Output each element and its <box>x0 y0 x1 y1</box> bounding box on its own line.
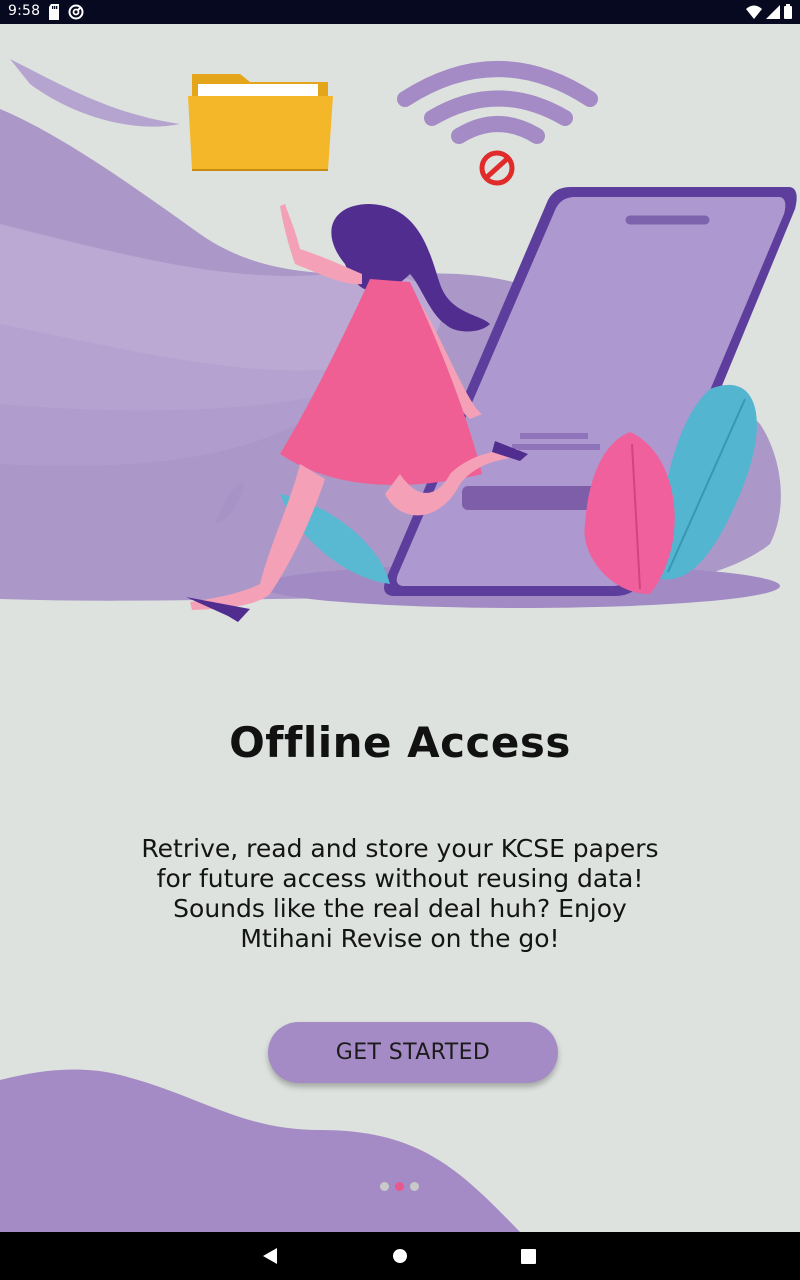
page-dot[interactable] <box>380 1182 389 1191</box>
back-icon <box>263 1248 277 1264</box>
wifi-off-icon <box>397 61 598 186</box>
page-description: Retrive, read and store your KCSE papers… <box>80 834 720 954</box>
wifi-icon <box>746 5 762 19</box>
status-bar: 9:58 <box>0 0 800 24</box>
description-line: Retrive, read and store your KCSE papers <box>141 834 659 863</box>
status-time: 9:58 <box>8 3 41 19</box>
bottom-decoration <box>0 1069 520 1232</box>
page-title: Offline Access <box>229 718 571 767</box>
battery-icon <box>784 4 792 19</box>
home-button[interactable] <box>370 1232 430 1280</box>
description-line: for future access without reusing data! <box>156 864 644 893</box>
get-started-button[interactable]: GET STARTED <box>268 1022 558 1083</box>
signal-icon <box>766 4 780 19</box>
page-dot-active[interactable] <box>395 1182 404 1191</box>
sync-icon <box>68 4 84 20</box>
recents-icon <box>520 1248 536 1264</box>
page-dot[interactable] <box>410 1182 419 1191</box>
description-line: Sounds like the real deal huh? Enjoy <box>173 894 627 923</box>
page-indicator <box>380 1182 422 1192</box>
home-icon <box>393 1249 407 1263</box>
back-button[interactable] <box>240 1232 300 1280</box>
navigation-bar <box>0 1232 800 1280</box>
folder-icon <box>188 74 333 171</box>
offline-illustration <box>0 59 797 622</box>
recents-button[interactable] <box>498 1232 558 1280</box>
sd-card-icon <box>49 4 59 20</box>
onboarding-screen: 9:58 Offline Access Retrive, read and st… <box>0 0 800 1280</box>
description-line: Mtihani Revise on the go! <box>240 924 560 953</box>
